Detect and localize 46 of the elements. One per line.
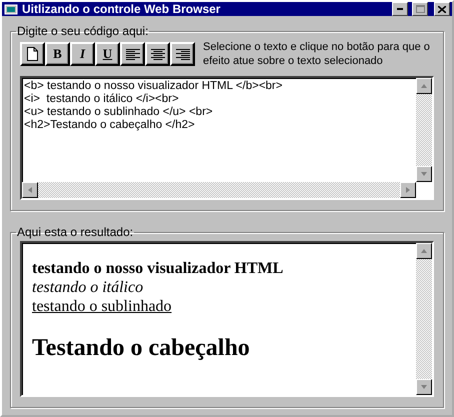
result-text: testando o sublinhado (32, 297, 173, 316)
result-text: testando o nosso visualizador HTML (32, 259, 284, 278)
new-button[interactable] (20, 42, 45, 66)
maximize-icon (416, 5, 424, 13)
align-center-button[interactable] (145, 42, 170, 66)
code-line: <h2>Testando o cabeçalho </h2> (24, 119, 196, 132)
triangle-down-icon (420, 384, 428, 390)
group-label: Digite o seu código aqui: (16, 24, 150, 38)
triangle-left-icon (27, 186, 33, 194)
minimize-icon (397, 8, 403, 10)
triangle-up-icon (420, 83, 428, 89)
close-button[interactable] (434, 2, 450, 16)
result-text: Testando o cabeçalho (32, 334, 251, 362)
scroll-down-button[interactable] (416, 379, 432, 395)
scroll-down-button[interactable] (416, 166, 432, 182)
scroll-up-button[interactable] (416, 243, 432, 259)
minimize-button[interactable] (392, 2, 408, 16)
align-left-icon (126, 48, 140, 60)
result-text: testando o itálico (32, 278, 144, 297)
window-title: Uitlizando o controle Web Browser (22, 2, 222, 16)
scroll-right-button[interactable] (400, 182, 416, 198)
hint-text: Selecione o texto e clique no botão para que o efeito atue sobre o texto selecionado (203, 40, 431, 68)
maximize-button[interactable] (412, 2, 428, 16)
code-line: <i> testando o itálico </i><br> (24, 93, 180, 106)
underline-button[interactable]: U (95, 42, 120, 66)
triangle-right-icon (405, 186, 411, 194)
vertical-scrollbar[interactable] (416, 78, 432, 182)
scroll-left-button[interactable] (22, 182, 38, 198)
code-line: <b> testando o nosso visualizador HTML </b><br> (24, 80, 284, 93)
close-icon (438, 6, 446, 12)
group-label: Aqui esta o resultado: (16, 225, 134, 239)
code-editor[interactable]: <b> testando o nosso visualizador HTML </b><br> <i> testando o itálico </i><br> <u> testando o sublinhado </u> <br> <h2>Testando o cabeçalho </h2> (20, 76, 434, 200)
app-icon (4, 3, 18, 15)
code-line: <u> testando o sublinhado </u> <br> (24, 106, 214, 119)
triangle-down-icon (420, 171, 428, 177)
scroll-up-button[interactable] (416, 78, 432, 94)
align-center-icon (150, 48, 164, 60)
triangle-up-icon (420, 248, 428, 254)
new-document-icon (27, 47, 38, 61)
align-right-button[interactable] (170, 42, 195, 66)
horizontal-scrollbar[interactable] (22, 182, 416, 198)
italic-button[interactable]: I (70, 42, 95, 66)
align-left-button[interactable] (120, 42, 145, 66)
bold-button[interactable]: B (45, 42, 70, 66)
vertical-scrollbar[interactable] (416, 243, 432, 395)
align-right-icon (176, 48, 190, 60)
